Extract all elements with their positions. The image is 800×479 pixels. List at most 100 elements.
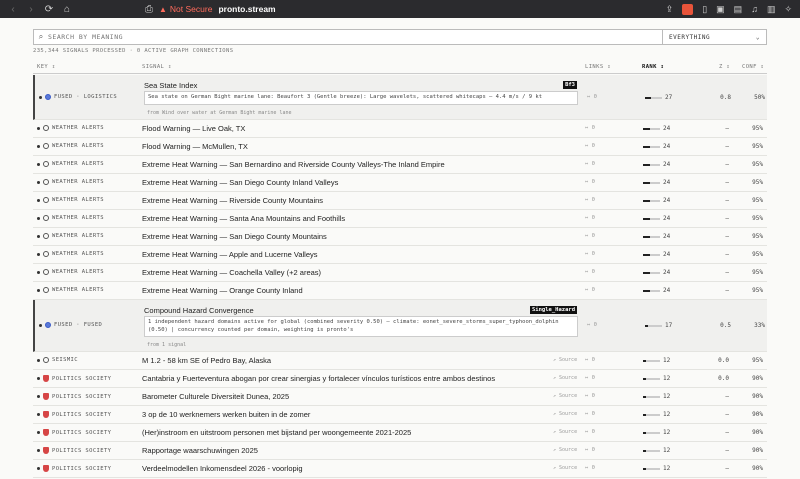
table-row[interactable]: FUSED · FUSED Compound Hazard Convergence… [33,300,767,352]
shield-icon [43,393,49,400]
table-row[interactable]: FUSED · LOGISTICS Sea State Index Bf3 Sea s… [33,75,767,120]
not-secure-indicator[interactable]: ▲ Not Secure [159,4,212,14]
row-title[interactable]: Extreme Heat Warning — Riverside County … [142,196,323,205]
source-link[interactable]: ↗ Source [553,393,577,399]
wallet-icon[interactable]: ▣ [716,4,725,15]
bullet-icon [37,126,40,130]
bullet-icon [37,377,40,380]
table-row[interactable]: WEATHER ALERTS Flood Warning — McMullen, … [33,138,767,156]
row-rank: 24 [663,179,671,186]
table-row[interactable]: POLITICS SOCIETY Barometer Culturele Dive… [33,388,767,406]
row-title[interactable]: Cantabria y Fuerteventura abogan por cre… [142,374,495,383]
table-row[interactable]: WEATHER ALERTS Extreme Heat Warning — San… [33,210,767,228]
column-header-key[interactable]: KEY ⇕ [37,64,56,70]
row-title[interactable]: Extreme Heat Warning — San Diego County … [142,232,327,241]
row-key-label: WEATHER ALERTS [52,143,104,149]
row-title[interactable]: (Her)instroom en uitstroom personen met … [142,428,411,437]
row-title[interactable]: Flood Warning — McMullen, TX [142,142,248,151]
row-title[interactable]: Extreme Heat Warning — Santa Ana Mountai… [142,214,345,223]
table-row[interactable]: WEATHER ALERTS Extreme Heat Warning — San… [33,228,767,246]
source-link[interactable]: ↗ Source [553,465,577,471]
row-rank: 12 [663,357,671,364]
row-rank: 24 [663,161,671,168]
source-link[interactable]: ↗ Source [553,429,577,435]
row-title[interactable]: Verdeelmodellen Inkomensdeel 2026 - voor… [142,464,303,473]
source-link[interactable]: ↗ Source [553,447,577,453]
row-title[interactable]: Extreme Heat Warning — Coachella Valley … [142,268,321,277]
row-key: WEATHER ALERTS [37,179,104,185]
table-row[interactable]: POLITICS SOCIETY Cantabria y Fuerteventur… [33,370,767,388]
row-title[interactable]: Extreme Heat Warning — Orange County Inl… [142,286,303,295]
bullet-icon [37,270,40,274]
row-key: WEATHER ALERTS [37,233,104,239]
row-rank: 12 [663,447,671,454]
home-icon[interactable]: ⌂ [62,4,72,15]
column-header-conf[interactable]: CONF ⇕ [742,64,764,70]
brave-shield-icon[interactable] [682,3,694,15]
row-rank: 27 [665,94,673,101]
table-header: KEY ⇕ SIGNAL ⇕ LINKS ⇕ RANK ↕ Z ⇕ CONF ⇕ [33,62,767,74]
row-links: ⇔ 0 [585,375,595,381]
row-key: WEATHER ALERTS [37,215,104,221]
scope-select[interactable]: EVERYTHING ⌄ [662,30,766,44]
music-icon[interactable]: ♫ [751,4,758,14]
rank-bar [643,378,660,380]
share-icon[interactable]: ⇪ [666,4,674,15]
row-title[interactable]: M 1.2 - 58 km SE of Pedro Bay, Alaska [142,356,271,365]
row-rank: 24 [663,143,671,150]
row-title[interactable]: Extreme Heat Warning — Apple and Lucerne… [142,250,318,259]
column-header-z[interactable]: Z ⇕ [719,64,730,70]
row-z: 0.0 [718,375,729,382]
shield-icon [43,447,49,454]
table-row[interactable]: POLITICS SOCIETY Verdeelmodellen Inkomens… [33,460,767,478]
row-title[interactable]: 3 op de 10 werknemers werken buiten in d… [142,410,310,419]
source-link[interactable]: ↗ Source [553,411,577,417]
bookmark-icon[interactable]: ⎙ [145,4,159,15]
row-key-label: SEISMIC [52,357,78,363]
forward-icon[interactable]: › [26,4,36,15]
row-key: WEATHER ALERTS [37,251,104,257]
source-link[interactable]: ↗ Source [553,357,577,363]
row-title[interactable]: Compound Hazard Convergence [144,306,254,315]
search-input[interactable] [48,33,662,41]
row-title[interactable]: Extreme Heat Warning — San Bernardino an… [142,160,445,169]
reader-icon[interactable]: ▤ [734,4,743,15]
column-header-signal[interactable]: SIGNAL ⇕ [142,64,172,70]
row-links: ⇔ 0 [585,269,595,275]
source-link[interactable]: ↗ Source [553,375,577,381]
extensions-icon[interactable]: ✧ [784,4,792,15]
table-row[interactable]: WEATHER ALERTS Extreme Heat Warning — Ora… [33,282,767,300]
back-icon[interactable]: ‹ [8,4,18,15]
row-title[interactable]: Rapportage waarschuwingen 2025 [142,446,258,455]
column-header-rank[interactable]: RANK ↕ [642,64,664,70]
row-key-label: POLITICS SOCIETY [52,375,112,382]
bullet-icon [37,288,40,292]
url-host: pronto.stream [218,4,276,14]
address-bar[interactable]: ▲ Not Secure pronto.stream [159,2,654,16]
row-conf: 95% [752,251,763,258]
table-row[interactable]: WEATHER ALERTS Extreme Heat Warning — San… [33,156,767,174]
row-title[interactable]: Sea State Index [144,81,197,90]
browser-toolbar: ‹ › ⟳ ⌂ ⎙ ▲ Not Secure pronto.stream ⇪ ▯ … [0,0,800,18]
sidebar-icon[interactable]: ▯ [702,4,707,15]
row-title[interactable]: Extreme Heat Warning — San Diego County … [142,178,338,187]
row-key: POLITICS SOCIETY [37,465,111,472]
shield-icon [43,375,49,382]
row-z: — [725,411,729,418]
table-row[interactable]: POLITICS SOCIETY (Her)instroom en uitstro… [33,424,767,442]
table-row[interactable]: WEATHER ALERTS Flood Warning — Live Oak, … [33,120,767,138]
row-links: ⇔ 0 [585,411,595,417]
table-row[interactable]: POLITICS SOCIETY 3 op de 10 werknemers we… [33,406,767,424]
rank-bar [643,432,660,434]
column-header-links[interactable]: LINKS ⇕ [585,64,611,70]
table-row[interactable]: WEATHER ALERTS Extreme Heat Warning — App… [33,246,767,264]
row-title[interactable]: Barometer Culturele Diversiteit Dunea, 2… [142,392,289,401]
table-row[interactable]: SEISMIC M 1.2 - 58 km SE of Pedro Bay, Al… [33,352,767,370]
table-row[interactable]: WEATHER ALERTS Extreme Heat Warning — San… [33,174,767,192]
table-row[interactable]: WEATHER ALERTS Extreme Heat Warning — Riv… [33,192,767,210]
table-row[interactable]: WEATHER ALERTS Extreme Heat Warning — Coa… [33,264,767,282]
row-title[interactable]: Flood Warning — Live Oak, TX [142,124,245,133]
tab-icon[interactable]: ▥ [767,4,776,15]
table-row[interactable]: POLITICS SOCIETY Rapportage waarschuwinge… [33,442,767,460]
reload-icon[interactable]: ⟳ [44,4,54,15]
